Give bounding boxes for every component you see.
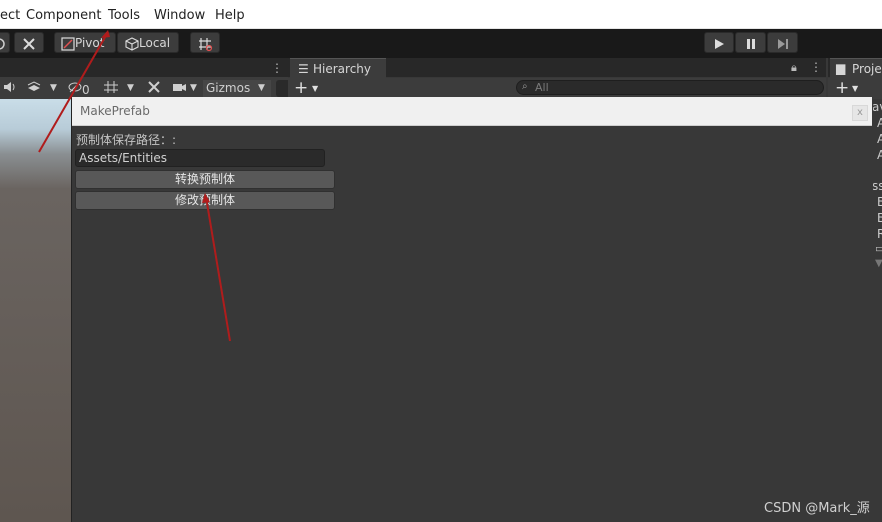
scene-view-toolbar: ▼ 0 ▼ ▼ Gizmos ▼	[0, 77, 288, 99]
pause-icon	[746, 38, 755, 49]
pivot-toggle[interactable]: Pivot	[54, 32, 116, 53]
folder-icon: ▆	[836, 61, 846, 75]
tools-icon[interactable]	[146, 80, 162, 97]
watermark: CSDN @Mark_源	[764, 501, 870, 516]
dialog-title-bar[interactable]	[72, 97, 872, 126]
assets-label: ss	[872, 179, 882, 193]
hierarchy-kebab-icon[interactable]: ⋮	[810, 60, 822, 74]
favorite-item[interactable]: A	[877, 116, 882, 130]
close-button[interactable]: x	[852, 105, 868, 121]
gizmos-dropdown[interactable]: Gizmos ▼	[203, 80, 271, 97]
collapse-arrow-icon[interactable]: ▼	[875, 258, 882, 269]
favorites-label: av	[872, 100, 882, 114]
local-label: Local	[139, 36, 171, 50]
project-toolbar: + ▼	[828, 78, 882, 99]
search-placeholder: All	[535, 81, 549, 94]
lock-icon[interactable]: 🔒︎	[791, 61, 797, 75]
menu-item-help[interactable]: Help	[215, 8, 245, 23]
eye-slash-icon	[68, 81, 82, 93]
save-path-field[interactable]: Assets/Entities	[75, 149, 325, 167]
save-path-label: 预制体保存路径：:	[76, 133, 177, 147]
step-button[interactable]	[767, 32, 798, 53]
gizmos-label: Gizmos	[206, 81, 251, 95]
custom-tool-button[interactable]	[14, 32, 44, 53]
local-toggle[interactable]: Local	[117, 32, 179, 53]
grid-snap-icon	[199, 37, 213, 51]
audio-icon[interactable]	[2, 80, 18, 97]
menu-bar: ect Component Tools Window Help	[0, 0, 882, 29]
add-icon[interactable]: +	[294, 78, 308, 98]
search-icon: ⌕	[522, 81, 528, 92]
hierarchy-icon: ☰	[298, 62, 309, 76]
play-button[interactable]	[704, 32, 734, 53]
project-add-arrow-icon[interactable]: ▼	[852, 84, 858, 93]
convert-prefab-button[interactable]: 转换预制体	[75, 170, 335, 189]
favorite-item[interactable]: A	[877, 148, 882, 162]
project-add-icon[interactable]: +	[835, 78, 849, 98]
camera-dropdown-arrow-icon[interactable]: ▼	[190, 80, 197, 97]
tab-project[interactable]: ▆ Proje	[830, 58, 882, 79]
kebab-menu-icon[interactable]: ⋮	[271, 61, 283, 75]
grid-dropdown-arrow-icon[interactable]: ▼	[127, 80, 134, 97]
grid-snap-button[interactable]	[190, 32, 220, 53]
menu-item-window[interactable]: Window	[154, 8, 205, 23]
asset-folder-item[interactable]: R	[877, 227, 882, 241]
cube-icon	[125, 36, 139, 51]
asset-folder-item[interactable]: B	[877, 211, 882, 225]
scene-search-field[interactable]	[276, 80, 288, 97]
package-folder-icon[interactable]: ▭	[875, 242, 882, 255]
dialog-title: MakePrefab	[80, 104, 150, 118]
menu-item-project[interactable]: ect	[0, 8, 20, 23]
play-icon	[715, 38, 724, 49]
hierarchy-search-input[interactable]: ⌕ All	[516, 80, 824, 95]
step-icon	[777, 38, 788, 49]
menu-item-tools[interactable]: Tools	[108, 8, 140, 23]
favorite-item[interactable]: A	[877, 132, 882, 146]
main-toolbar: Pivot Local	[0, 29, 882, 58]
pivot-icon	[61, 36, 75, 51]
gizmos-arrow-icon: ▼	[258, 83, 265, 93]
rect-tool-button[interactable]	[0, 32, 10, 53]
pivot-label: Pivot	[75, 36, 105, 50]
visibility-toggle[interactable]: 0	[68, 80, 90, 97]
asset-folder-item[interactable]: B	[877, 195, 882, 209]
dropdown-arrow-icon[interactable]: ▼	[50, 80, 57, 97]
grid-icon[interactable]	[103, 80, 119, 97]
visibility-count: 0	[82, 83, 90, 97]
modify-prefab-button[interactable]: 修改预制体	[75, 191, 335, 210]
rotate-icon	[0, 37, 5, 50]
hierarchy-tab-label: Hierarchy	[313, 62, 372, 76]
effects-icon[interactable]	[26, 80, 42, 97]
project-tab-label: Proje	[852, 62, 882, 76]
tools-icon	[23, 37, 35, 50]
menu-item-component[interactable]: Component	[26, 8, 101, 23]
add-dropdown-arrow-icon[interactable]: ▼	[312, 84, 318, 93]
camera-icon[interactable]	[172, 80, 188, 97]
tab-hierarchy[interactable]: ☰ Hierarchy	[290, 58, 386, 79]
pause-button[interactable]	[735, 32, 766, 53]
scene-view[interactable]	[0, 99, 72, 522]
